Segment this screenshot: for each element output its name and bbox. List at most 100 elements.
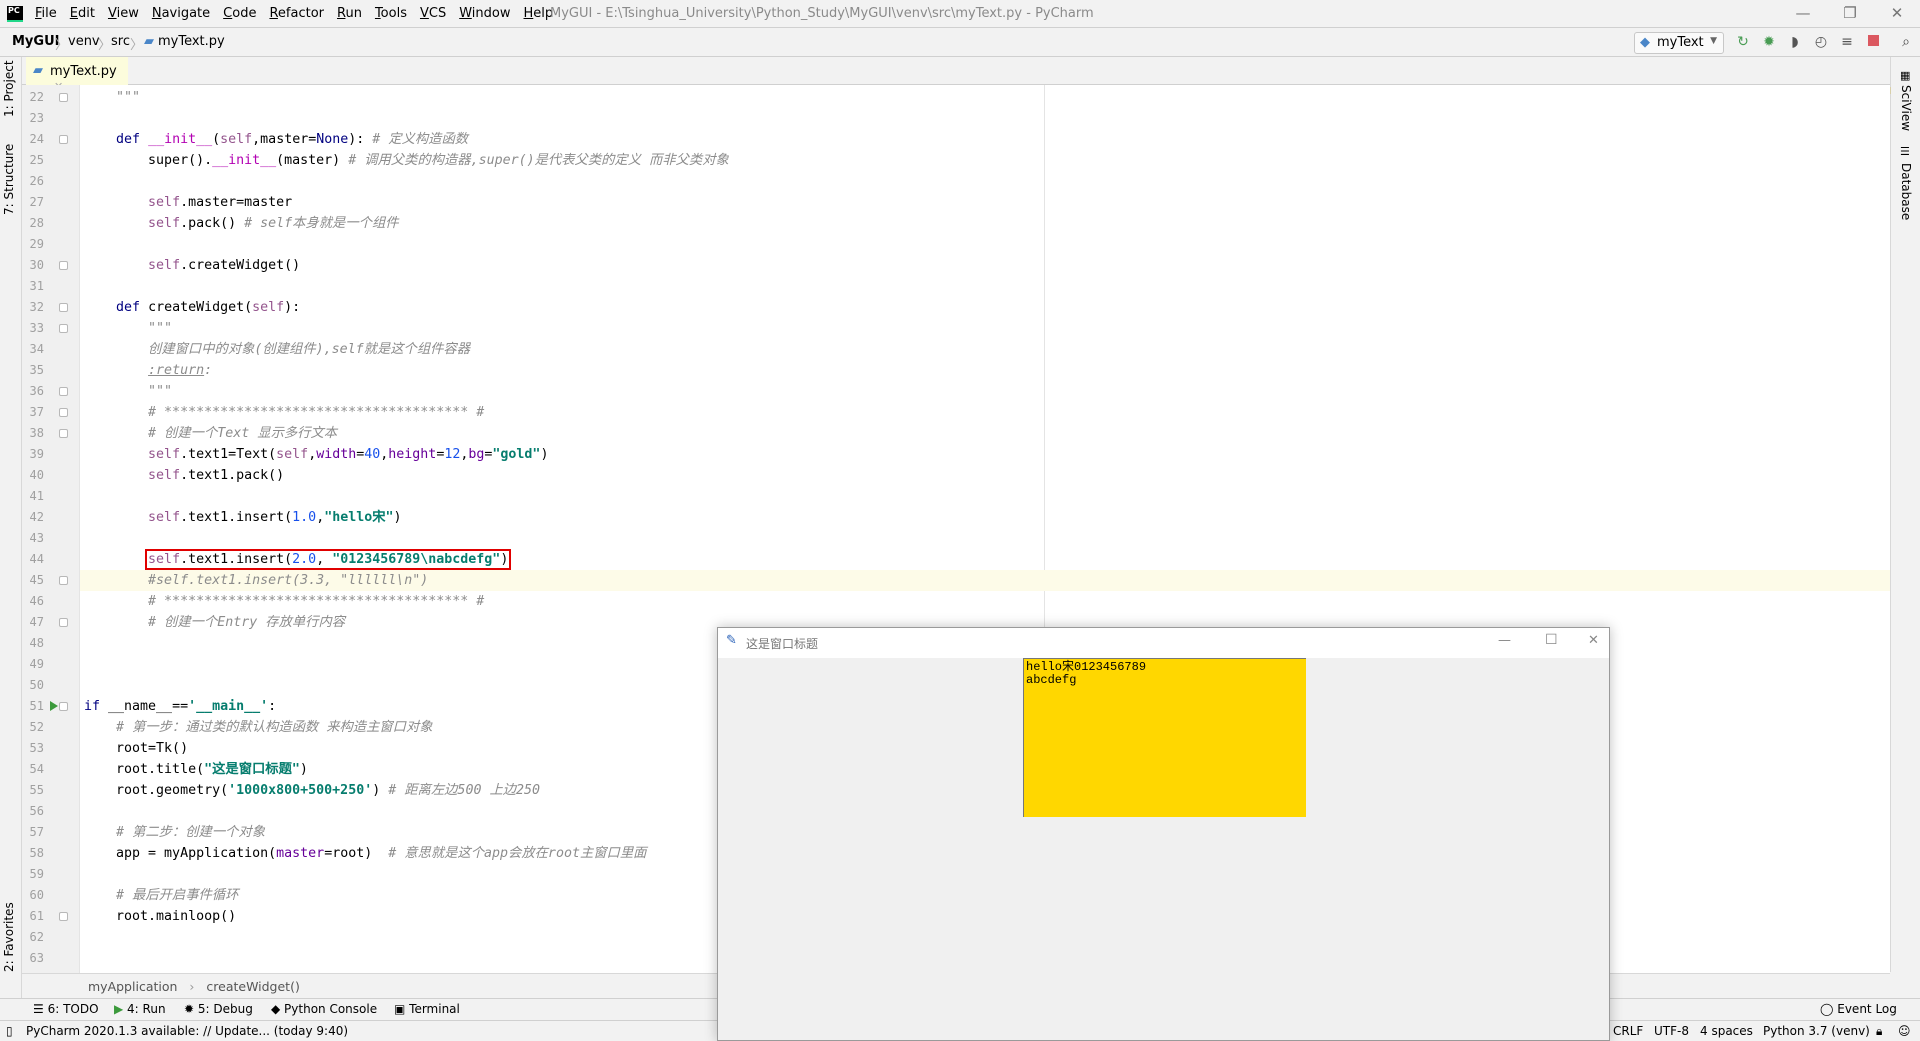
sciview-icon: ▦ — [1900, 69, 1911, 82]
fold-icon[interactable] — [59, 324, 68, 333]
database-tool-button[interactable]: Database — [1899, 163, 1913, 220]
coverage-icon[interactable]: ◗ — [1786, 33, 1804, 51]
code-line-45[interactable]: #self.text1.insert(3.3, "llllll\n") — [80, 570, 1890, 591]
code-token: self — [148, 510, 181, 525]
line-number: 59 — [29, 867, 44, 881]
event-log-tool-button[interactable]: ◯ Event Log — [1820, 1002, 1897, 1016]
fold-icon[interactable] — [59, 303, 68, 312]
breadcrumb-file[interactable]: myText.py — [158, 34, 225, 49]
rerun-icon[interactable]: ↻ — [1734, 33, 1752, 51]
menu-refactor[interactable]: Refactor — [269, 6, 324, 21]
debug-tool-button[interactable]: ✹ 5: Debug — [184, 1002, 253, 1016]
code-line-26[interactable] — [80, 171, 1890, 192]
todo-tool-button[interactable]: ☰ 6: TODO — [33, 1002, 99, 1016]
fold-icon[interactable] — [59, 387, 68, 396]
fold-icon[interactable] — [59, 408, 68, 417]
tk-text-widget[interactable]: hello宋0123456789 abcdefg — [1023, 658, 1306, 817]
status-toggle-icon[interactable]: ▯ — [6, 1024, 13, 1038]
breadcrumb-src[interactable]: src — [111, 34, 130, 49]
code-line-44[interactable]: self.text1.insert(2.0, "0123456789\nabcd… — [80, 549, 1890, 570]
code-line-36[interactable]: """ — [80, 381, 1890, 402]
tk-title-bar[interactable]: ✎ 这是窗口标题 — ☐ ✕ — [718, 628, 1609, 658]
code-token: None — [316, 132, 349, 147]
fold-icon[interactable] — [59, 135, 68, 144]
terminal-tool-button[interactable]: ▣ Terminal — [394, 1002, 460, 1016]
run-tool-button[interactable]: ▶ 4: Run — [114, 1002, 166, 1016]
menu-help[interactable]: Help — [524, 6, 554, 21]
line-separator[interactable]: CRLF — [1613, 1024, 1643, 1038]
fold-icon[interactable] — [59, 618, 68, 627]
tk-maximize-icon[interactable]: ☐ — [1545, 632, 1558, 648]
fold-icon[interactable] — [59, 261, 68, 270]
restore-icon[interactable]: ❐ — [1840, 4, 1860, 24]
code-line-35[interactable]: :return: — [80, 360, 1890, 381]
favorites-tool-button[interactable]: 2: Favorites — [2, 902, 16, 972]
status-message[interactable]: PyCharm 2020.1.3 available: // Update...… — [26, 1024, 348, 1038]
tab-mytext-py[interactable]: ▰ myText.py ✕ — [26, 57, 128, 93]
fold-icon[interactable] — [59, 576, 68, 585]
tk-close-icon[interactable]: ✕ — [1588, 633, 1599, 648]
python-console-tool-button[interactable]: ◆ Python Console — [271, 1002, 377, 1016]
structure-tool-button[interactable]: 7: Structure — [2, 144, 16, 215]
debug-icon[interactable]: ✹ — [1760, 33, 1778, 51]
breadcrumb-venv[interactable]: venv — [68, 34, 100, 49]
fold-icon[interactable] — [59, 912, 68, 921]
menu-tools[interactable]: Tools — [375, 6, 407, 21]
project-tool-button[interactable]: 1: Project — [2, 60, 16, 117]
code-line-31[interactable] — [80, 276, 1890, 297]
code-line-37[interactable]: # **************************************… — [80, 402, 1890, 423]
fold-icon[interactable] — [59, 702, 68, 711]
menu-view[interactable]: View — [108, 6, 139, 21]
menu-file[interactable]: File — [35, 6, 57, 21]
code-token: , — [316, 510, 325, 525]
run-configuration-select[interactable]: ◆ myText ▼ — [1634, 32, 1724, 54]
inspector-icon[interactable]: ☺ — [1898, 1024, 1911, 1038]
python-interpreter[interactable]: Python 3.7 (venv) — [1763, 1024, 1870, 1038]
menu-run[interactable]: Run — [337, 6, 362, 21]
run-gutter-icon[interactable] — [50, 701, 58, 711]
code-line-41[interactable] — [80, 486, 1890, 507]
code-line-43[interactable] — [80, 528, 1890, 549]
breadcrumb-project[interactable]: MyGUI — [12, 34, 59, 49]
terminal-icon: ▣ — [394, 1002, 410, 1016]
code-line-22[interactable]: """ — [80, 87, 1890, 108]
code-line-29[interactable] — [80, 234, 1890, 255]
code-line-24[interactable]: def __init__(self,master=None): # 定义构造函数 — [80, 129, 1890, 150]
code-line-25[interactable]: super().__init__(master) # 调用父类的构造器,supe… — [80, 150, 1890, 171]
tk-minimize-icon[interactable]: — — [1498, 633, 1511, 648]
code-line-27[interactable]: self.master=master — [80, 192, 1890, 213]
menu-code[interactable]: Code — [223, 6, 256, 21]
code-line-38[interactable]: # 创建一个Text 显示多行文本 — [80, 423, 1890, 444]
fold-icon[interactable] — [59, 93, 68, 102]
code-line-33[interactable]: """ — [80, 318, 1890, 339]
code-line-46[interactable]: # **************************************… — [80, 591, 1890, 612]
concurrency-icon[interactable]: ≡ — [1838, 33, 1856, 51]
lock-icon[interactable]: 🔒︎ — [1876, 1024, 1882, 1039]
code-line-34[interactable]: 创建窗口中的对象(创建组件),self就是这个组件容器 — [80, 339, 1890, 360]
feather-icon: ✎ — [726, 633, 737, 648]
menu-navigate[interactable]: Navigate — [152, 6, 210, 21]
profile-icon[interactable]: ◴ — [1812, 33, 1830, 51]
close-icon[interactable]: ✕ — [1887, 4, 1907, 24]
fold-icon[interactable] — [59, 429, 68, 438]
stop-icon[interactable] — [1864, 33, 1882, 51]
menu-vcs[interactable]: VCS — [420, 6, 446, 21]
code-line-28[interactable]: self.pack() # self本身就是一个组件 — [80, 213, 1890, 234]
indent-setting[interactable]: 4 spaces — [1700, 1024, 1753, 1038]
menu-edit[interactable]: Edit — [70, 6, 95, 21]
code-line-23[interactable] — [80, 108, 1890, 129]
menu-window[interactable]: Window — [459, 6, 510, 21]
file-encoding[interactable]: UTF-8 — [1654, 1024, 1689, 1038]
search-icon[interactable]: ⌕ — [1897, 33, 1915, 51]
sciview-tool-button[interactable]: SciView — [1899, 85, 1913, 131]
minimize-icon[interactable]: — — [1793, 4, 1813, 24]
breadcrumb-method[interactable]: createWidget() — [206, 979, 299, 994]
code-line-42[interactable]: self.text1.insert(1.0,"hello宋") — [80, 507, 1890, 528]
code-line-40[interactable]: self.text1.pack() — [80, 465, 1890, 486]
menu-bar: PC File Edit View Navigate Code Refactor… — [0, 0, 1920, 28]
code-line-39[interactable]: self.text1=Text(self,width=40,height=12,… — [80, 444, 1890, 465]
code-line-32[interactable]: def createWidget(self): — [80, 297, 1890, 318]
code-line-30[interactable]: self.createWidget() — [80, 255, 1890, 276]
breadcrumb-class[interactable]: myApplication — [88, 979, 177, 994]
